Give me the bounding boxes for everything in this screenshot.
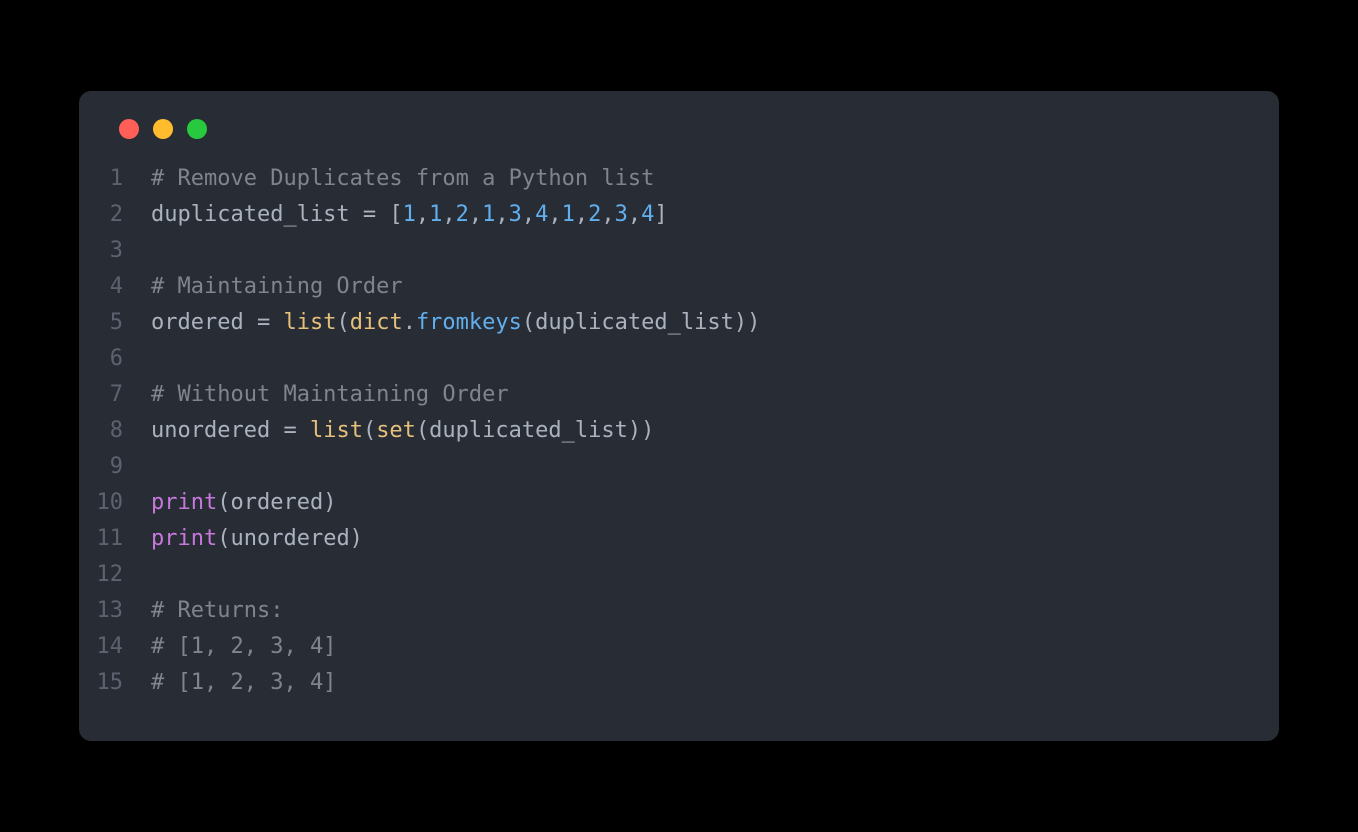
line-content[interactable]: unordered = list(set(duplicated_list)) [151, 413, 654, 449]
code-token: 2 [456, 202, 469, 227]
line-number: 13 [79, 593, 151, 629]
code-token: # Returns: [151, 598, 283, 623]
maximize-icon[interactable] [187, 119, 207, 139]
code-token: set [376, 418, 416, 443]
code-token: dict [350, 310, 403, 335]
window-titlebar [79, 119, 1279, 161]
code-token: # Maintaining Order [151, 274, 403, 299]
line-number: 15 [79, 665, 151, 701]
code-token: print [151, 490, 217, 515]
line-number: 3 [79, 233, 151, 269]
code-line: 15# [1, 2, 3, 4] [79, 665, 1239, 701]
line-content[interactable]: # [1, 2, 3, 4] [151, 665, 336, 701]
code-token: = [283, 418, 296, 443]
code-token: [ [376, 202, 403, 227]
code-token: , [469, 202, 482, 227]
code-line: 11print(unordered) [79, 521, 1239, 557]
line-number: 2 [79, 197, 151, 233]
line-content[interactable]: # Returns: [151, 593, 283, 629]
code-token: # [1, 2, 3, 4] [151, 670, 336, 695]
code-token: fromkeys [416, 310, 522, 335]
code-line: 10print(ordered) [79, 485, 1239, 521]
code-line: 12 [79, 557, 1239, 593]
code-line: 3 [79, 233, 1239, 269]
line-number: 10 [79, 485, 151, 521]
line-number: 11 [79, 521, 151, 557]
code-window: 1# Remove Duplicates from a Python list2… [79, 91, 1279, 741]
line-content[interactable]: # Maintaining Order [151, 269, 403, 305]
code-line: 5ordered = list(dict.fromkeys(duplicated… [79, 305, 1239, 341]
line-content[interactable]: ordered = list(dict.fromkeys(duplicated_… [151, 305, 760, 341]
line-content[interactable]: # Remove Duplicates from a Python list [151, 161, 654, 197]
line-number: 5 [79, 305, 151, 341]
code-line: 2duplicated_list = [1,1,2,1,3,4,1,2,3,4] [79, 197, 1239, 233]
code-token: , [442, 202, 455, 227]
code-line: 9 [79, 449, 1239, 485]
code-token [270, 310, 283, 335]
line-content[interactable]: # [1, 2, 3, 4] [151, 629, 336, 665]
line-number: 1 [79, 161, 151, 197]
line-number: 14 [79, 629, 151, 665]
code-token: , [548, 202, 561, 227]
code-token: list [310, 418, 363, 443]
code-token: 2 [588, 202, 601, 227]
code-line: 8unordered = list(set(duplicated_list)) [79, 413, 1239, 449]
code-token: 4 [641, 202, 654, 227]
code-token: , [575, 202, 588, 227]
code-token: duplicated_list [151, 202, 363, 227]
line-number: 4 [79, 269, 151, 305]
code-token: ] [654, 202, 667, 227]
code-token: . [403, 310, 416, 335]
code-token: (unordered) [217, 526, 363, 551]
code-line: 4# Maintaining Order [79, 269, 1239, 305]
code-token: ordered [151, 310, 257, 335]
code-token: print [151, 526, 217, 551]
line-number: 12 [79, 557, 151, 593]
code-token: # Without Maintaining Order [151, 382, 509, 407]
code-token: ( [363, 418, 376, 443]
code-token: unordered [151, 418, 283, 443]
code-token: (duplicated_list)) [416, 418, 654, 443]
code-token: , [416, 202, 429, 227]
code-token: 4 [535, 202, 548, 227]
code-token: # Remove Duplicates from a Python list [151, 166, 654, 191]
line-content[interactable]: duplicated_list = [1,1,2,1,3,4,1,2,3,4] [151, 197, 668, 233]
code-token: , [601, 202, 614, 227]
code-line: 13# Returns: [79, 593, 1239, 629]
code-token: (duplicated_list)) [522, 310, 760, 335]
code-line: 7# Without Maintaining Order [79, 377, 1239, 413]
code-token: , [495, 202, 508, 227]
code-token: 1 [429, 202, 442, 227]
code-token: (ordered) [217, 490, 336, 515]
code-token: , [522, 202, 535, 227]
line-number: 9 [79, 449, 151, 485]
line-content[interactable]: # Without Maintaining Order [151, 377, 509, 413]
code-token [297, 418, 310, 443]
line-content[interactable]: print(unordered) [151, 521, 363, 557]
code-token: = [257, 310, 270, 335]
line-number: 8 [79, 413, 151, 449]
code-line: 1# Remove Duplicates from a Python list [79, 161, 1239, 197]
code-token: 3 [615, 202, 628, 227]
code-line: 6 [79, 341, 1239, 377]
line-number: 6 [79, 341, 151, 377]
line-number: 7 [79, 377, 151, 413]
code-token: # [1, 2, 3, 4] [151, 634, 336, 659]
code-token: = [363, 202, 376, 227]
code-token: 1 [403, 202, 416, 227]
code-token: 1 [482, 202, 495, 227]
code-token: 3 [509, 202, 522, 227]
code-editor[interactable]: 1# Remove Duplicates from a Python list2… [79, 161, 1279, 701]
line-content[interactable]: print(ordered) [151, 485, 336, 521]
code-token: , [628, 202, 641, 227]
code-token: ( [336, 310, 349, 335]
code-line: 14# [1, 2, 3, 4] [79, 629, 1239, 665]
minimize-icon[interactable] [153, 119, 173, 139]
code-token: list [283, 310, 336, 335]
code-token: 1 [562, 202, 575, 227]
close-icon[interactable] [119, 119, 139, 139]
